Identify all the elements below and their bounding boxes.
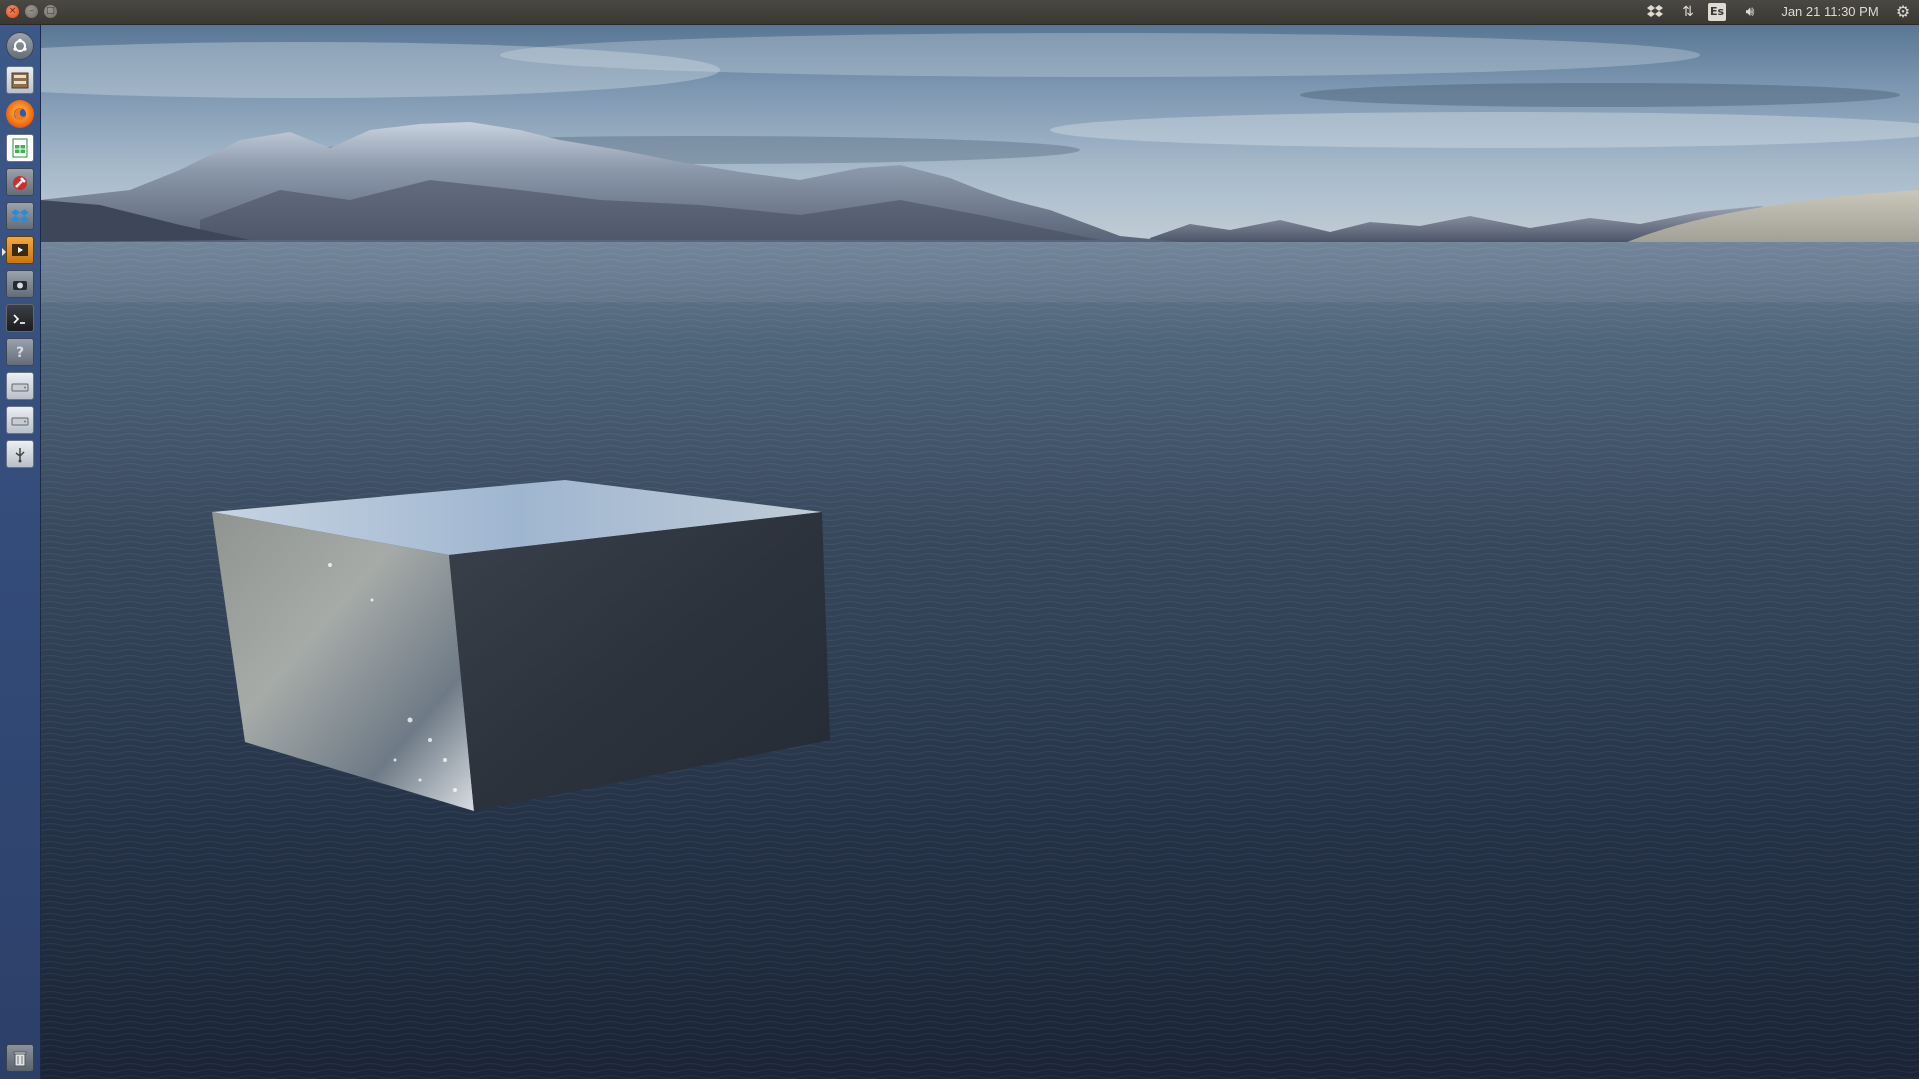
drive-icon[interactable]	[6, 372, 34, 400]
wrench-icon[interactable]	[6, 168, 34, 196]
desktop: × – □ ⇅ Es 🔊︎ Jan 21 11:30 PM ⚙ ?	[0, 0, 1919, 1079]
running-indicator	[2, 248, 6, 256]
network-arrows-icon[interactable]: ⇅	[1678, 0, 1698, 24]
usb-icon[interactable]	[6, 440, 34, 468]
dropbox-icon[interactable]	[1645, 0, 1665, 24]
dropbox-icon[interactable]	[6, 202, 34, 230]
window-close-button[interactable]: ×	[6, 5, 19, 18]
presentation-icon[interactable]	[2, 236, 34, 264]
launcher: ?	[0, 25, 41, 1079]
file-cabinet-icon[interactable]	[6, 66, 34, 94]
window-maximize-button[interactable]: □	[44, 5, 57, 18]
terminal-icon[interactable]	[6, 304, 34, 332]
wallpaper-ocean-scene	[0, 0, 1919, 1079]
clock[interactable]: Jan 21 11:30 PM	[1775, 0, 1885, 24]
trash-icon[interactable]	[6, 1044, 34, 1072]
top-panel: × – □ ⇅ Es 🔊︎ Jan 21 11:30 PM ⚙	[0, 0, 1919, 25]
firefox-icon[interactable]	[6, 100, 34, 128]
question-icon[interactable]: ?	[6, 338, 34, 366]
spreadsheet-icon[interactable]	[6, 134, 34, 162]
camera-icon[interactable]	[6, 270, 34, 298]
gear-icon[interactable]: ⚙	[1893, 0, 1913, 24]
drive-icon[interactable]	[6, 406, 34, 434]
ubuntu-logo-icon[interactable]	[6, 32, 34, 60]
volume-icon[interactable]: 🔊︎	[1738, 0, 1762, 24]
window-minimize-button[interactable]: –	[25, 5, 38, 18]
keyboard-layout-indicator[interactable]: Es	[1708, 3, 1726, 21]
